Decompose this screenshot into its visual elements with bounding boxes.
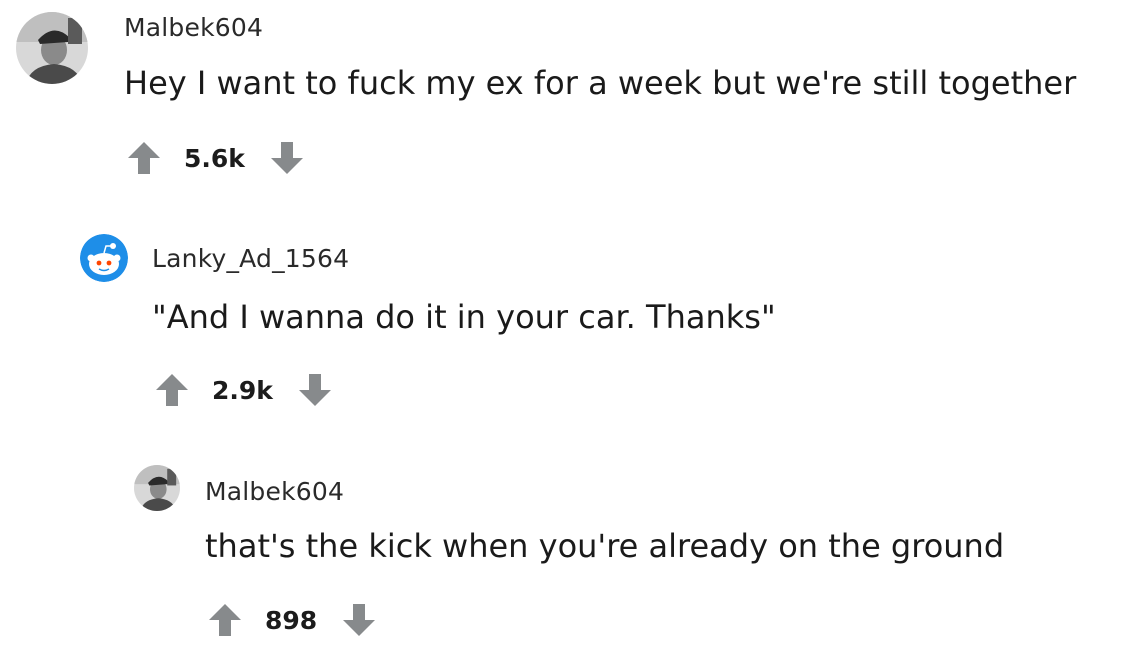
vote-score: 2.9k [212, 375, 273, 405]
photo-avatar-icon[interactable] [16, 12, 88, 84]
comment-3: Malbek604 that's the kick when you're al… [0, 455, 1138, 662]
vote-bar: 5.6k [126, 138, 305, 178]
upvote-icon[interactable] [154, 372, 190, 408]
vote-bar: 2.9k [154, 370, 333, 410]
vote-score: 898 [265, 605, 318, 635]
vote-bar: 898 [207, 600, 377, 640]
comment-1: Malbek604 Hey I want to fuck my ex for a… [0, 0, 1138, 200]
downvote-icon[interactable] [297, 372, 333, 408]
comment-body: "And I wanna do it in your car. Thanks" [152, 298, 776, 336]
snoo-avatar-icon[interactable] [80, 234, 128, 282]
upvote-icon[interactable] [126, 140, 162, 176]
comment-body: Hey I want to fuck my ex for a week but … [124, 64, 1077, 102]
username[interactable]: Lanky_Ad_1564 [152, 244, 349, 273]
username[interactable]: Malbek604 [124, 13, 263, 42]
comment-body: that's the kick when you're already on t… [205, 527, 1005, 565]
comment-2: Lanky_Ad_1564 "And I wanna do it in your… [0, 220, 1138, 420]
username[interactable]: Malbek604 [205, 477, 344, 506]
vote-score: 5.6k [184, 143, 245, 173]
downvote-icon[interactable] [341, 602, 377, 638]
downvote-icon[interactable] [269, 140, 305, 176]
photo-avatar-icon[interactable] [134, 465, 180, 511]
upvote-icon[interactable] [207, 602, 243, 638]
